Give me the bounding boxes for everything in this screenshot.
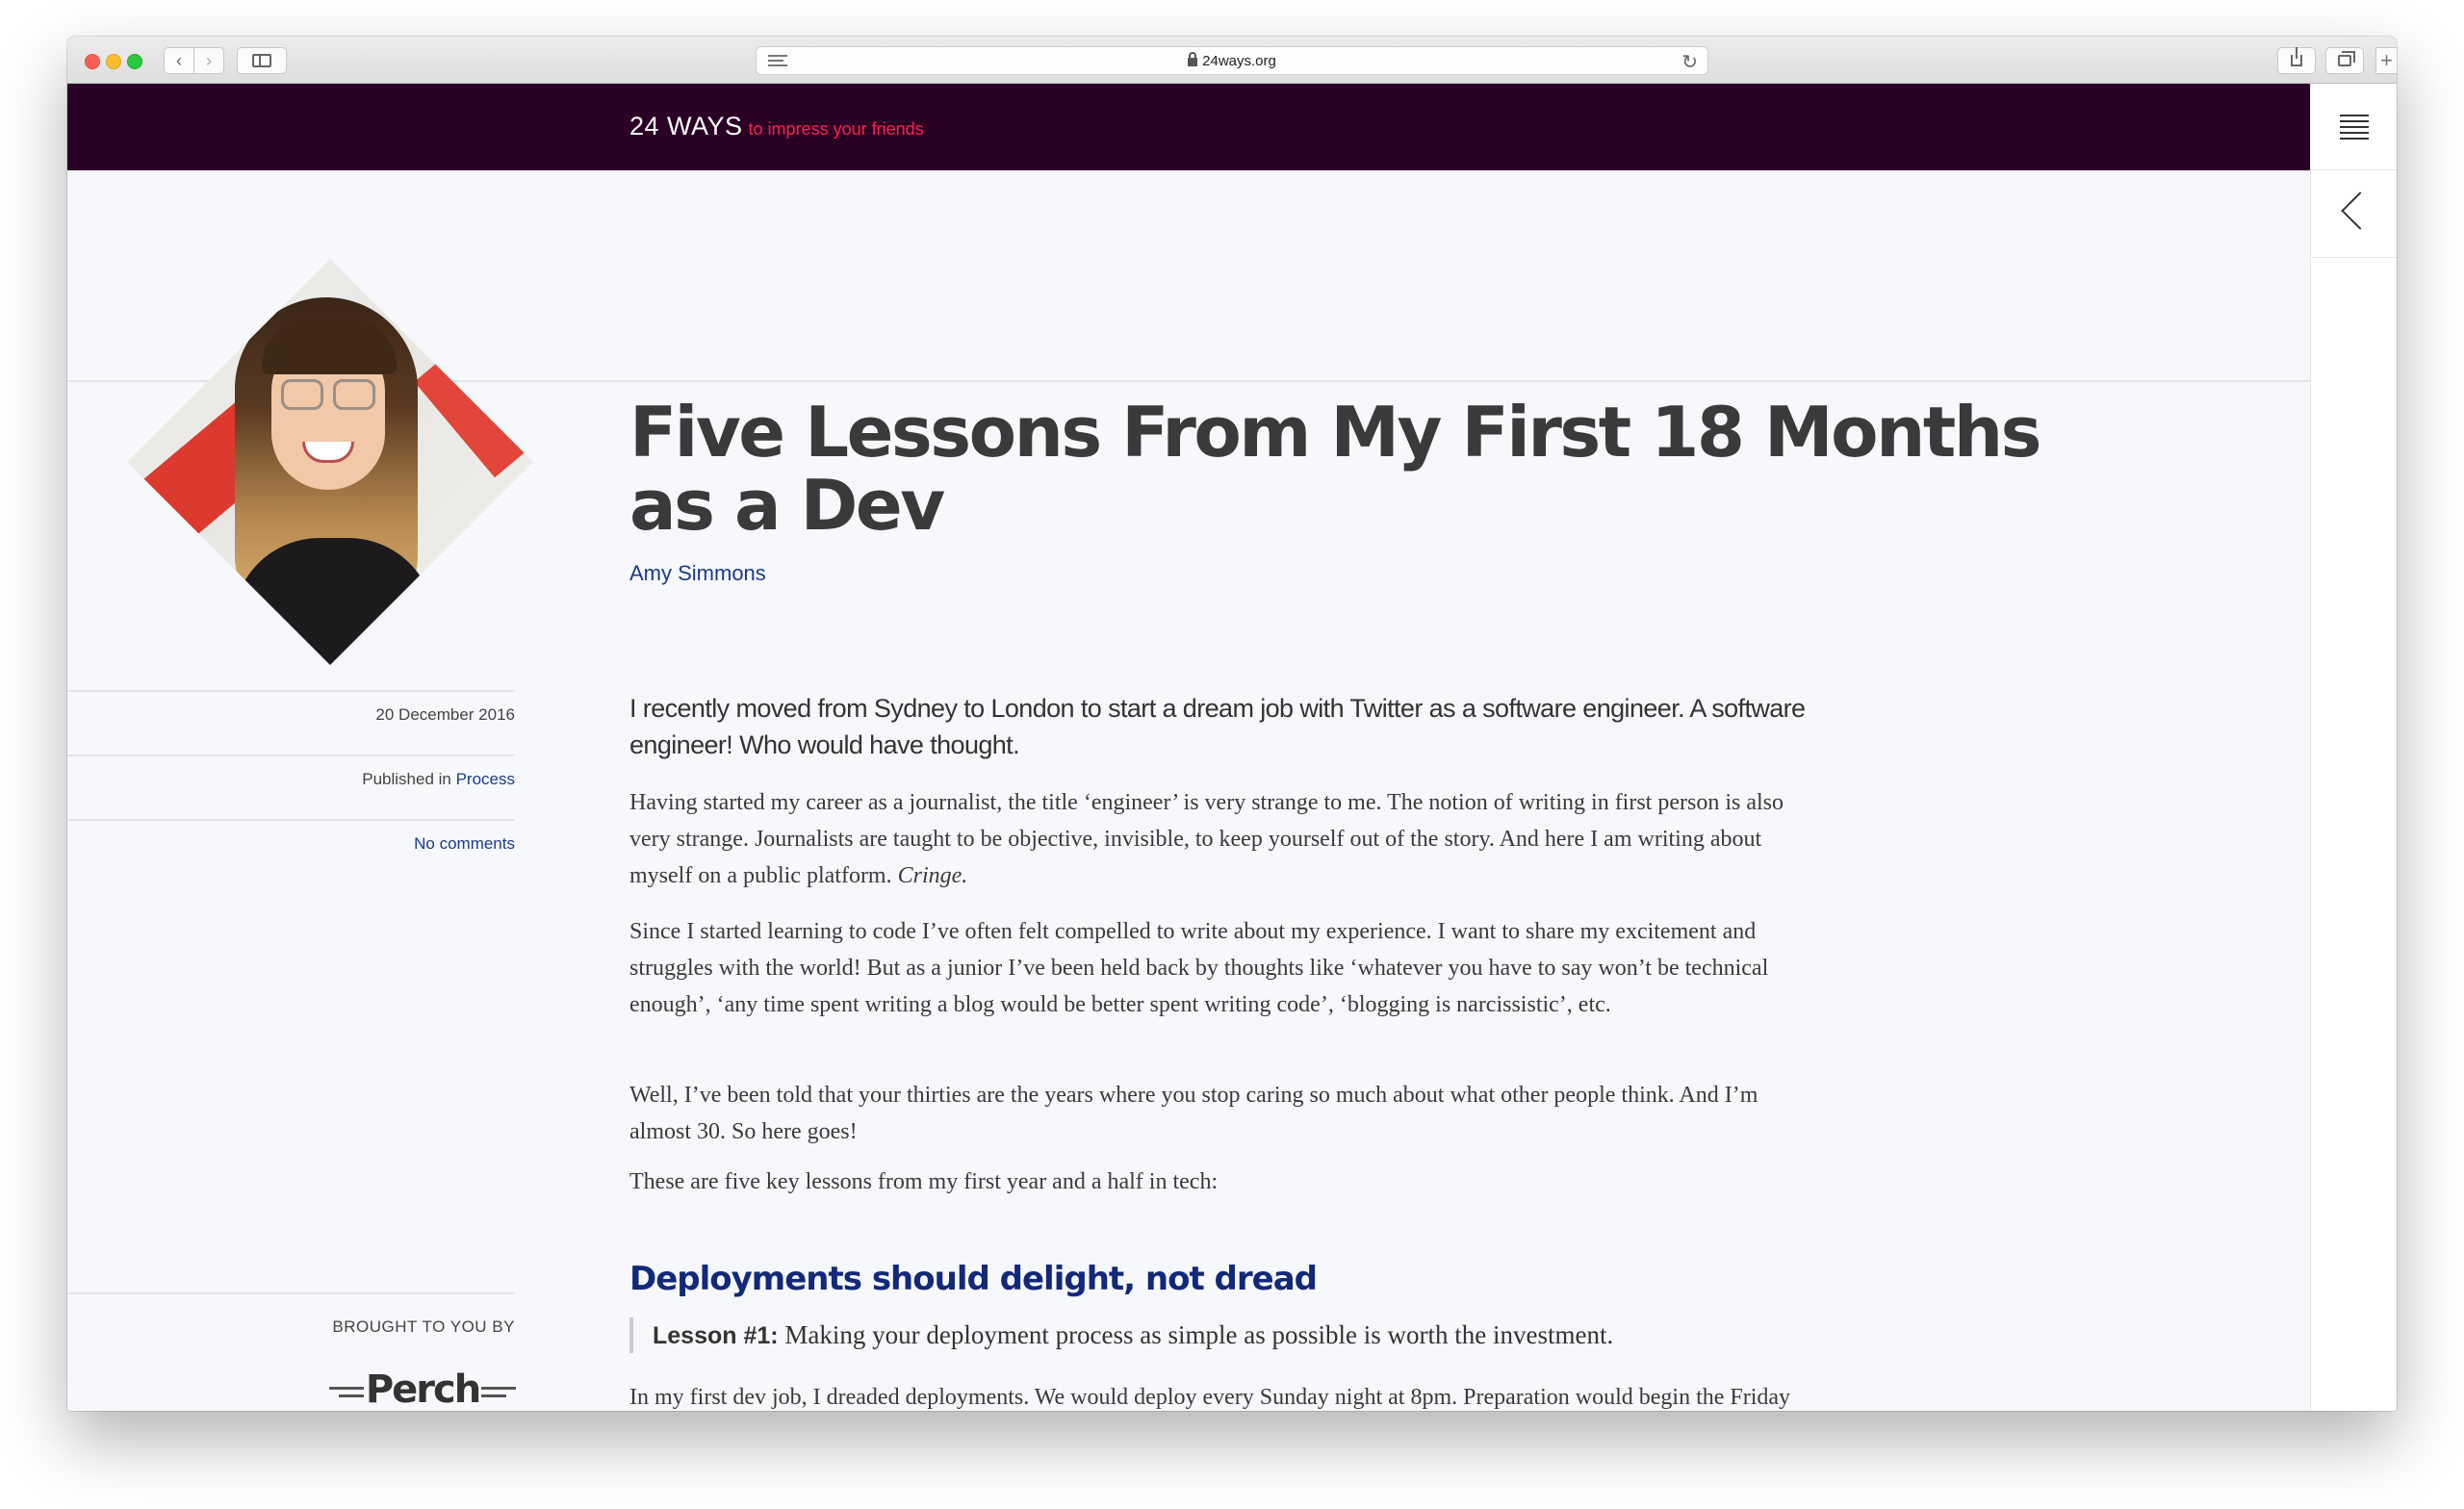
paragraph: These are five key lessons from my first… (629, 1169, 1219, 1194)
reload-icon[interactable]: ↻ (1681, 50, 1698, 74)
author-avatar (127, 259, 533, 665)
menu-button[interactable] (2311, 84, 2397, 170)
site-tagline: to impress your friends (748, 119, 924, 139)
sidebar-toggle-button[interactable] (237, 47, 287, 74)
share-icon (2291, 47, 2302, 66)
site-header: 24 WAYS to impress your friends (67, 84, 2310, 170)
published-prefix: Published in (362, 770, 456, 788)
site-name: 24 WAYS (629, 112, 743, 141)
new-tab-button[interactable]: + (2375, 47, 2397, 74)
sponsor-subname: runway (368, 1410, 483, 1411)
url-display: 24ways.org (757, 52, 1707, 69)
emphasis-text: Cringe. (897, 863, 968, 888)
lesson-callout: Lesson #1: Making your deployment proces… (629, 1317, 1842, 1353)
sponsor-label: BROUGHT TO YOU BY (332, 1317, 515, 1336)
lesson-text: Making your deployment process as simple… (778, 1320, 1614, 1349)
chevron-right-icon: › (206, 50, 212, 70)
paragraph: Having started my career as a journalist… (629, 784, 1823, 894)
paragraph: Since I started learning to code I’ve of… (629, 919, 1769, 1017)
chevron-left-icon (2341, 192, 2379, 230)
show-tabs-button[interactable] (2325, 47, 2364, 74)
paragraph: In my first dev job, I dreaded deploymen… (629, 1385, 1791, 1410)
previous-article-button[interactable] (2311, 171, 2397, 258)
article-lede: I recently moved from Sydney to London t… (629, 694, 1806, 759)
hamburger-menu-icon (2340, 115, 2369, 143)
article-date: 20 December 2016 (67, 690, 515, 755)
minimize-window-button[interactable] (106, 54, 121, 69)
sponsor-logo[interactable]: Perch runway (329, 1368, 516, 1411)
forward-button[interactable]: › (193, 47, 224, 74)
date-text: 20 December 2016 (375, 705, 515, 724)
divider (67, 1292, 515, 1294)
sponsor-name: Perch (365, 1368, 481, 1411)
side-rail (2310, 84, 2397, 1411)
zoom-window-button[interactable] (127, 54, 142, 69)
article-title: Five Lessons From My First 18 Months as … (629, 392, 2041, 546)
comments-link[interactable]: No comments (414, 834, 515, 853)
browser-window: ‹ › 24ways.org ↻ + 24 WAYSto impress yo (67, 37, 2397, 1411)
category-link[interactable]: Process (456, 770, 515, 788)
close-window-button[interactable] (85, 54, 100, 69)
address-bar[interactable]: 24ways.org ↻ (756, 46, 1708, 75)
author-link[interactable]: Amy Simmons (629, 561, 766, 586)
browser-toolbar: ‹ › 24ways.org ↻ + (67, 37, 2397, 84)
lock-icon (1188, 52, 1198, 66)
url-text: 24ways.org (1202, 53, 1276, 69)
comments-meta: No comments (67, 819, 515, 884)
sidebar-icon (252, 54, 271, 67)
lesson-label: Lesson #1: (653, 1322, 779, 1349)
site-logo-link[interactable]: 24 WAYS to impress your friends (629, 112, 924, 141)
back-button[interactable]: ‹ (164, 47, 194, 74)
chevron-left-icon: ‹ (176, 50, 182, 70)
plus-icon: + (2380, 48, 2393, 72)
share-button[interactable] (2277, 47, 2316, 74)
tabs-icon (2338, 51, 2355, 66)
paragraph-text: Having started my career as a journalist… (629, 790, 1784, 888)
paragraph: Well, I’ve been told that your thirties … (629, 1083, 1758, 1144)
page-content: 24 WAYSto impress your friends 20 Decem (67, 84, 2397, 1411)
published-in: Published in Process (67, 754, 515, 820)
section-heading: Deployments should delight, not dread (629, 1260, 1318, 1298)
